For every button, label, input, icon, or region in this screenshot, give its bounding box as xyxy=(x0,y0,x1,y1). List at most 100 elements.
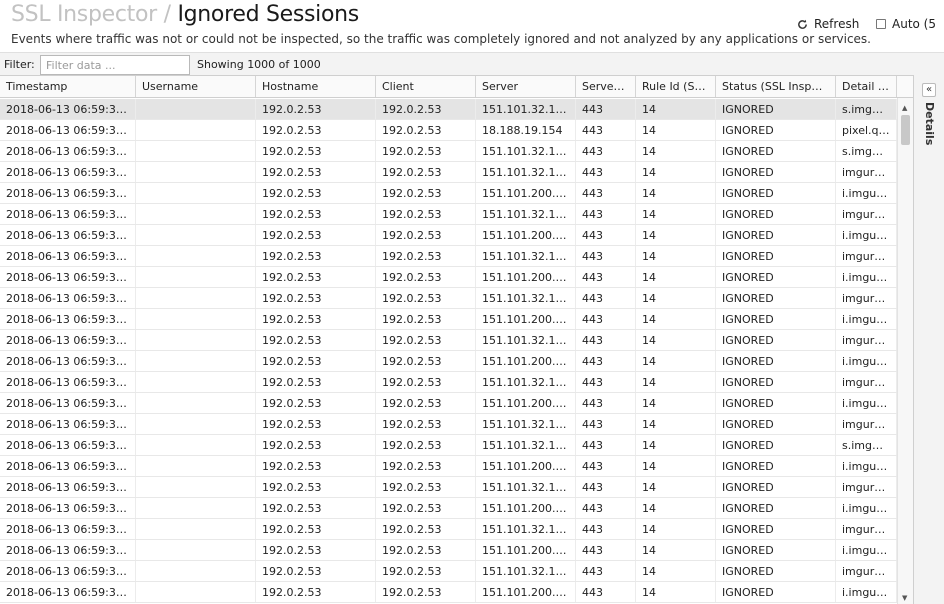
table-row[interactable]: 2018-06-13 06:59:3… 192.0.2.53 192.0.2.53 1… xyxy=(0,309,897,330)
table-row[interactable]: 2018-06-13 06:59:3… 192.0.2.53 192.0.2.53 1… xyxy=(0,162,897,183)
cell-username xyxy=(136,120,256,140)
table-row[interactable]: 2018-06-13 06:59:3… 192.0.2.53 192.0.2.53 1… xyxy=(0,204,897,225)
collapse-panel-icon[interactable]: « xyxy=(922,83,936,97)
table-row[interactable]: 2018-06-13 06:59:3… 192.0.2.53 192.0.2.53 1… xyxy=(0,477,897,498)
refresh-button[interactable]: Refresh xyxy=(797,16,859,32)
table-row[interactable]: 2018-06-13 06:59:3… 192.0.2.53 192.0.2.53 1… xyxy=(0,582,897,603)
details-tab[interactable]: Details xyxy=(921,102,937,162)
cell-rule-id: 14 xyxy=(636,477,716,497)
cell-server: 151.101.200.… xyxy=(476,351,576,371)
cell-server-port: 443 xyxy=(576,162,636,182)
auto-refresh-checkbox[interactable] xyxy=(876,19,886,29)
cell-hostname: 192.0.2.53 xyxy=(256,330,376,350)
cell-client: 192.0.2.53 xyxy=(376,99,476,119)
cell-hostname: 192.0.2.53 xyxy=(256,477,376,497)
breadcrumb-ssl-inspector[interactable]: SSL Inspector xyxy=(11,2,157,27)
table-row[interactable]: 2018-06-13 06:59:3… 192.0.2.53 192.0.2.53 1… xyxy=(0,141,897,162)
cell-server: 151.101.32.1… xyxy=(476,246,576,266)
cell-username xyxy=(136,330,256,350)
cell-server-port: 443 xyxy=(576,288,636,308)
cell-timestamp: 2018-06-13 06:59:3… xyxy=(0,141,136,161)
column-header-server-port[interactable]: Serve… xyxy=(576,76,636,97)
cell-username xyxy=(136,141,256,161)
scroll-down-icon[interactable]: ▼ xyxy=(902,594,907,602)
table-row[interactable]: 2018-06-13 06:59:3… 192.0.2.53 192.0.2.53 1… xyxy=(0,414,897,435)
table-row[interactable]: 2018-06-13 06:59:3… 192.0.2.53 192.0.2.53 1… xyxy=(0,372,897,393)
cell-rule-id: 14 xyxy=(636,561,716,581)
cell-detail: imgur… xyxy=(836,204,897,224)
table-row[interactable]: 2018-06-13 06:59:3… 192.0.2.53 192.0.2.53 1… xyxy=(0,519,897,540)
table-row[interactable]: 2018-06-13 06:59:3… 192.0.2.53 192.0.2.53 1… xyxy=(0,393,897,414)
table-row[interactable]: 2018-06-13 06:59:3… 192.0.2.53 192.0.2.53 1… xyxy=(0,435,897,456)
column-header-client[interactable]: Client xyxy=(376,76,476,97)
cell-server-port: 443 xyxy=(576,120,636,140)
column-header-hostname[interactable]: Hostname xyxy=(256,76,376,97)
cell-detail: i.imgu… xyxy=(836,351,897,371)
cell-rule-id: 14 xyxy=(636,582,716,602)
cell-hostname: 192.0.2.53 xyxy=(256,372,376,392)
cell-server-port: 443 xyxy=(576,540,636,560)
cell-timestamp: 2018-06-13 06:59:3… xyxy=(0,288,136,308)
refresh-label: Refresh xyxy=(814,17,860,31)
breadcrumb-separator: / xyxy=(163,2,171,27)
sessions-grid: Timestamp Username Hostname Client Serve… xyxy=(0,75,913,604)
column-header-timestamp[interactable]: Timestamp xyxy=(0,76,136,97)
cell-username xyxy=(136,477,256,497)
cell-status: IGNORED xyxy=(716,498,836,518)
cell-timestamp: 2018-06-13 06:59:3… xyxy=(0,519,136,539)
column-header-status[interactable]: Status (SSL Insp… xyxy=(716,76,836,97)
table-row[interactable]: 2018-06-13 06:59:3… 192.0.2.53 192.0.2.53 1… xyxy=(0,540,897,561)
cell-status: IGNORED xyxy=(716,204,836,224)
cell-server-port: 443 xyxy=(576,267,636,287)
breadcrumb-current: Ignored Sessions xyxy=(177,2,359,27)
cell-timestamp: 2018-06-13 06:59:3… xyxy=(0,267,136,287)
cell-rule-id: 14 xyxy=(636,309,716,329)
column-header-username[interactable]: Username xyxy=(136,76,256,97)
cell-username xyxy=(136,435,256,455)
vertical-scrollbar[interactable]: ▲ ▼ xyxy=(897,98,913,604)
scroll-up-icon[interactable]: ▲ xyxy=(902,104,907,112)
table-row[interactable]: 2018-06-13 06:59:3… 192.0.2.53 192.0.2.53 1… xyxy=(0,561,897,582)
column-header-rule-id[interactable]: Rule Id (S… xyxy=(636,76,716,97)
cell-rule-id: 14 xyxy=(636,372,716,392)
cell-rule-id: 14 xyxy=(636,183,716,203)
cell-status: IGNORED xyxy=(716,267,836,287)
cell-server-port: 443 xyxy=(576,372,636,392)
table-row[interactable]: 2018-06-13 06:59:3… 192.0.2.53 192.0.2.53 1… xyxy=(0,498,897,519)
table-row[interactable]: 2018-06-13 06:59:3… 192.0.2.53 192.0.2.53 1… xyxy=(0,120,897,141)
cell-detail: i.imgu… xyxy=(836,498,897,518)
table-row[interactable]: 2018-06-13 06:59:3… 192.0.2.53 192.0.2.53 1… xyxy=(0,225,897,246)
cell-hostname: 192.0.2.53 xyxy=(256,288,376,308)
table-row[interactable]: 2018-06-13 06:59:3… 192.0.2.53 192.0.2.53 1… xyxy=(0,456,897,477)
grid-body: 2018-06-13 06:59:3… 192.0.2.53 192.0.2.53 1… xyxy=(0,99,897,603)
table-row[interactable]: 2018-06-13 06:59:3… 192.0.2.53 192.0.2.53 1… xyxy=(0,183,897,204)
table-row[interactable]: 2018-06-13 06:59:3… 192.0.2.53 192.0.2.53 1… xyxy=(0,267,897,288)
cell-rule-id: 14 xyxy=(636,99,716,119)
auto-refresh-toggle[interactable]: Auto (5 xyxy=(876,16,936,32)
cell-detail: i.imgu… xyxy=(836,456,897,476)
cell-timestamp: 2018-06-13 06:59:3… xyxy=(0,456,136,476)
filter-input[interactable]: Filter data ... xyxy=(40,55,190,75)
cell-status: IGNORED xyxy=(716,561,836,581)
cell-timestamp: 2018-06-13 06:59:3… xyxy=(0,183,136,203)
cell-detail: i.imgu… xyxy=(836,393,897,413)
column-header-server[interactable]: Server xyxy=(476,76,576,97)
cell-timestamp: 2018-06-13 06:59:3… xyxy=(0,477,136,497)
cell-hostname: 192.0.2.53 xyxy=(256,435,376,455)
cell-username xyxy=(136,351,256,371)
cell-server: 151.101.32.1… xyxy=(476,519,576,539)
table-row[interactable]: 2018-06-13 06:59:3… 192.0.2.53 192.0.2.53 1… xyxy=(0,351,897,372)
table-row[interactable]: 2018-06-13 06:59:3… 192.0.2.53 192.0.2.53 1… xyxy=(0,99,897,120)
cell-rule-id: 14 xyxy=(636,456,716,476)
cell-server-port: 443 xyxy=(576,393,636,413)
cell-server-port: 443 xyxy=(576,204,636,224)
cell-rule-id: 14 xyxy=(636,141,716,161)
table-row[interactable]: 2018-06-13 06:59:3… 192.0.2.53 192.0.2.53 1… xyxy=(0,288,897,309)
cell-timestamp: 2018-06-13 06:59:3… xyxy=(0,162,136,182)
column-header-detail[interactable]: Detail … xyxy=(836,76,897,97)
cell-status: IGNORED xyxy=(716,456,836,476)
table-row[interactable]: 2018-06-13 06:59:3… 192.0.2.53 192.0.2.53 1… xyxy=(0,246,897,267)
cell-timestamp: 2018-06-13 06:59:3… xyxy=(0,99,136,119)
table-row[interactable]: 2018-06-13 06:59:3… 192.0.2.53 192.0.2.53 1… xyxy=(0,330,897,351)
scrollbar-thumb[interactable] xyxy=(901,115,910,145)
